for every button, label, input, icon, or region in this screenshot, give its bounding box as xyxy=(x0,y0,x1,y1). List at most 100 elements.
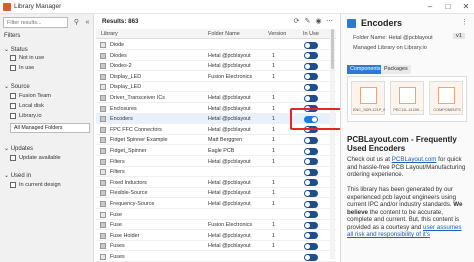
details-title: Encoders xyxy=(361,18,403,28)
in-use-toggle[interactable] xyxy=(304,136,318,144)
library-name: Diodes-2 xyxy=(110,63,132,70)
table-row[interactable]: Display_LED xyxy=(96,82,336,93)
in-use-toggle[interactable] xyxy=(304,253,318,261)
table-row[interactable]: Fuse Fusion Electronics 1 xyxy=(96,220,336,231)
checkbox[interactable] xyxy=(10,154,16,161)
description-title: PCBLayout.com - Frequently Used Encoders xyxy=(347,135,457,153)
table-row[interactable]: Diodes Hetal @pcblayout 1 xyxy=(96,51,336,61)
close-button[interactable]: ✕ xyxy=(458,0,474,14)
minimize-button[interactable]: – xyxy=(422,0,438,14)
filter-in-use[interactable]: In use xyxy=(10,64,34,73)
folder-name: Hetal @pcblayout xyxy=(208,201,251,207)
library-name: Fuse xyxy=(110,211,122,218)
checkbox[interactable] xyxy=(10,64,16,71)
component-card[interactable]: ENC_SDR-121P_B xyxy=(351,81,385,115)
library-name: Fixed Inductors xyxy=(110,179,147,186)
collapse-icon[interactable]: « xyxy=(83,18,92,27)
col-in-use[interactable]: In Use xyxy=(303,31,319,37)
in-use-toggle[interactable] xyxy=(304,52,318,60)
filter-local-disk[interactable]: Local disk xyxy=(10,102,44,111)
in-use-toggle[interactable] xyxy=(304,168,318,176)
checkbox[interactable] xyxy=(10,112,16,119)
refresh-icon[interactable]: ⟳ xyxy=(292,17,301,26)
checkbox[interactable] xyxy=(10,54,16,61)
search-input[interactable] xyxy=(4,18,67,27)
checkbox[interactable] xyxy=(10,92,16,99)
in-use-toggle[interactable] xyxy=(304,62,318,70)
filter-icon[interactable]: ⚲ xyxy=(72,18,81,27)
version: 1 xyxy=(272,116,275,123)
library-name: Display_LED xyxy=(110,84,142,91)
in-use-toggle[interactable] xyxy=(304,232,318,240)
library-name: Fuses xyxy=(110,254,125,260)
table-row[interactable]: Fuses xyxy=(96,252,336,262)
scrollbar-thumb[interactable] xyxy=(331,29,334,69)
filter-library-io[interactable]: Library.io xyxy=(10,112,42,121)
in-use-toggle[interactable] xyxy=(304,73,318,81)
in-use-toggle[interactable] xyxy=(304,83,318,91)
toggle-knob xyxy=(305,63,310,69)
managed-folders-dropdown[interactable]: All Managed Folders xyxy=(10,123,90,133)
edit-icon[interactable]: ✎ xyxy=(303,17,312,26)
filter-in-current-design[interactable]: In current design xyxy=(10,181,61,190)
updates-group-title[interactable]: ⌄ Updates xyxy=(4,145,33,152)
version: 1 xyxy=(272,105,275,112)
more-icon[interactable]: ⋯ xyxy=(325,17,334,26)
table-row[interactable]: Frequency-Source Hetal @pcblayout 1 xyxy=(96,199,336,209)
in-use-toggle[interactable] xyxy=(304,179,318,187)
library-name: Filters xyxy=(110,169,125,176)
table-row[interactable]: Fuses Hetal @pcblayout 1 xyxy=(96,241,336,252)
table-row[interactable]: Fuse xyxy=(96,210,336,220)
library-table: Results: 863 ⟳ ✎ ◉ ⋯ Library Folder Name… xyxy=(96,14,336,262)
folder-name: Fusion Electronics xyxy=(208,222,253,229)
filter-update-available[interactable]: Update available xyxy=(10,154,61,163)
table-row[interactable]: Diodes-2 Hetal @pcblayout 1 xyxy=(96,61,336,72)
checkbox[interactable] xyxy=(10,102,16,109)
col-library[interactable]: Library xyxy=(101,31,118,37)
toggle-knob xyxy=(305,137,310,143)
more-options-icon[interactable]: ⋮ xyxy=(461,18,468,26)
filter-fusion-team[interactable]: Fusion Team xyxy=(10,92,51,101)
tab-packages[interactable]: Packages xyxy=(381,65,411,74)
in-use-toggle[interactable] xyxy=(304,211,318,219)
component-thumbnail xyxy=(360,87,377,104)
table-row[interactable]: Flexible-Source Hetal @pcblayout 1 xyxy=(96,188,336,199)
details-tabs: Components Packages xyxy=(347,65,467,74)
checkbox[interactable] xyxy=(10,181,16,188)
filter-not-in-use[interactable]: Not in use xyxy=(10,54,44,63)
toggle-knob xyxy=(305,222,310,228)
in-use-toggle[interactable] xyxy=(304,200,318,208)
view-icon[interactable]: ◉ xyxy=(314,17,323,26)
library-name: Diodes xyxy=(110,52,127,59)
table-row[interactable]: Fidget Spinner Example Matt Berggren 1 xyxy=(96,135,336,146)
table-row[interactable]: Fidget_Spinner Eagle PCB 1 xyxy=(96,146,336,156)
tab-components[interactable]: Components xyxy=(347,65,384,74)
table-row[interactable]: Fixed Inductors Hetal @pcblayout 1 xyxy=(96,178,336,188)
in-use-toggle[interactable] xyxy=(304,158,318,166)
used-in-group-title[interactable]: ⌄ Used in xyxy=(4,172,31,179)
version: 1 xyxy=(272,73,275,80)
col-folder[interactable]: Folder Name xyxy=(208,31,240,37)
in-use-toggle[interactable] xyxy=(304,147,318,155)
table-row[interactable]: Filters Hetal @pcblayout 1 xyxy=(96,157,336,167)
pcblayout-link[interactable]: PCBLayout.com xyxy=(392,156,437,163)
component-card[interactable]: PEC11L-4120K... xyxy=(390,81,424,115)
table-row[interactable]: Fuse Holder Hetal @pcblayout 1 xyxy=(96,231,336,241)
maximize-button[interactable]: □ xyxy=(440,0,456,14)
status-group-title[interactable]: ⌄ Status xyxy=(4,46,28,53)
component-card[interactable]: COMPONENTS xyxy=(429,81,463,115)
details-panel: Encoders ⋮ Folder Name: Hetal @pcblayout… xyxy=(340,14,474,262)
table-scrollbar[interactable] xyxy=(330,29,335,259)
table-row[interactable]: Driver_Transceiver ICs Hetal @pcblayout 1 xyxy=(96,93,336,103)
table-row[interactable]: Diode xyxy=(96,40,336,50)
source-group-title[interactable]: ⌄ Source xyxy=(4,83,30,90)
in-use-toggle[interactable] xyxy=(304,189,318,197)
table-row[interactable]: Filters xyxy=(96,167,336,178)
in-use-toggle[interactable] xyxy=(304,242,318,250)
in-use-toggle[interactable] xyxy=(304,94,318,102)
table-row[interactable]: Display_LED Fusion Electronics 1 xyxy=(96,72,336,82)
col-version[interactable]: Version xyxy=(268,31,286,37)
search-box[interactable] xyxy=(3,17,68,28)
in-use-toggle[interactable] xyxy=(304,41,318,49)
in-use-toggle[interactable] xyxy=(304,221,318,229)
